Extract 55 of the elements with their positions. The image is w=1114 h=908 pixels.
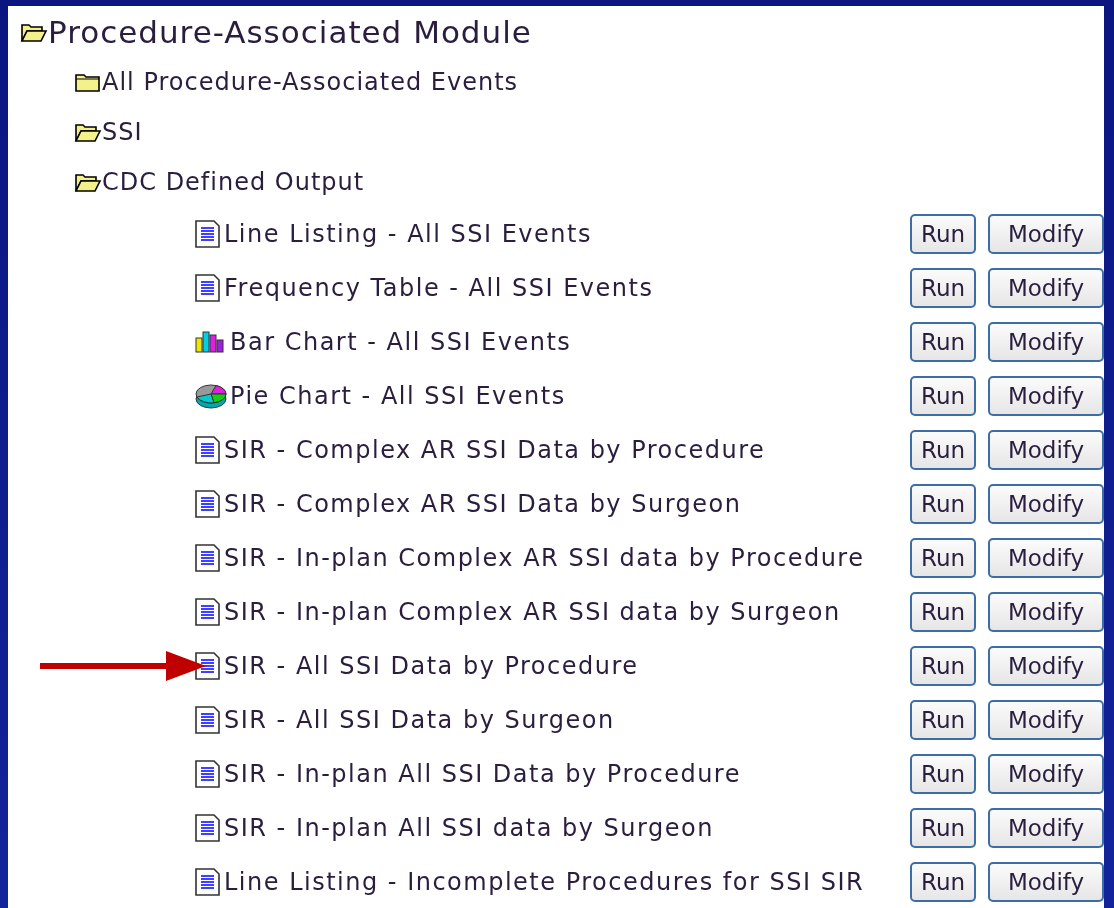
document-icon [194,759,222,789]
report-name[interactable]: SIR - All SSI Data by Surgeon [224,706,898,734]
modify-button[interactable]: Modify [988,484,1104,524]
document-icon [194,543,222,573]
run-button[interactable]: Run [910,808,976,848]
folder-label[interactable]: SSI [102,118,143,146]
report-name[interactable]: SIR - In-plan All SSI data by Surgeon [224,814,898,842]
run-button[interactable]: Run [910,214,976,254]
run-button[interactable]: Run [910,268,976,308]
document-icon [194,705,222,735]
document-icon [194,867,222,897]
modify-button[interactable]: Modify [988,592,1104,632]
report-name[interactable]: SIR - Complex AR SSI Data by Procedure [224,436,898,464]
report-name[interactable]: Bar Chart - All SSI Events [230,328,898,356]
report-name[interactable]: Frequency Table - All SSI Events [224,274,898,302]
run-button[interactable]: Run [910,322,976,362]
run-button[interactable]: Run [910,430,976,470]
run-button[interactable]: Run [910,484,976,524]
document-icon [194,651,222,681]
folder-label[interactable]: CDC Defined Output [102,168,365,196]
folder-label[interactable]: Procedure-Associated Module [48,14,532,50]
modify-button[interactable]: Modify [988,214,1104,254]
modify-button[interactable]: Modify [988,646,1104,686]
run-button[interactable]: Run [910,700,976,740]
document-icon [194,489,222,519]
modify-button[interactable]: Modify [988,430,1104,470]
modify-button[interactable]: Modify [988,700,1104,740]
folder-label[interactable]: All Procedure-Associated Events [102,68,519,96]
modify-button[interactable]: Modify [988,322,1104,362]
report-name[interactable]: SIR - In-plan Complex AR SSI data by Surgeon [224,598,898,626]
modify-button[interactable]: Modify [988,376,1104,416]
modify-button[interactable]: Modify [988,754,1104,794]
report-name[interactable]: Line Listing - Incomplete Procedures for SSI SIR [224,868,898,896]
run-button[interactable]: Run [910,862,976,902]
report-name[interactable]: SIR - All SSI Data by Procedure [224,652,898,680]
document-icon [194,435,222,465]
report-name[interactable]: Line Listing - All SSI Events [224,220,898,248]
modify-button[interactable]: Modify [988,268,1104,308]
run-button[interactable]: Run [910,376,976,416]
pie-chart-icon [194,382,228,410]
document-icon [194,813,222,843]
document-icon [194,219,222,249]
run-button[interactable]: Run [910,646,976,686]
modify-button[interactable]: Modify [988,538,1104,578]
run-button[interactable]: Run [910,538,976,578]
report-name[interactable]: SIR - In-plan Complex AR SSI data by Procedure [224,544,898,572]
modify-button[interactable]: Modify [988,808,1104,848]
run-button[interactable]: Run [910,754,976,794]
modify-button[interactable]: Modify [988,862,1104,902]
report-name[interactable]: Pie Chart - All SSI Events [230,382,898,410]
document-icon [194,273,222,303]
run-button[interactable]: Run [910,592,976,632]
document-icon [194,597,222,627]
report-name[interactable]: SIR - In-plan All SSI Data by Procedure [224,760,898,788]
report-name[interactable]: SIR - Complex AR SSI Data by Surgeon [224,490,898,518]
